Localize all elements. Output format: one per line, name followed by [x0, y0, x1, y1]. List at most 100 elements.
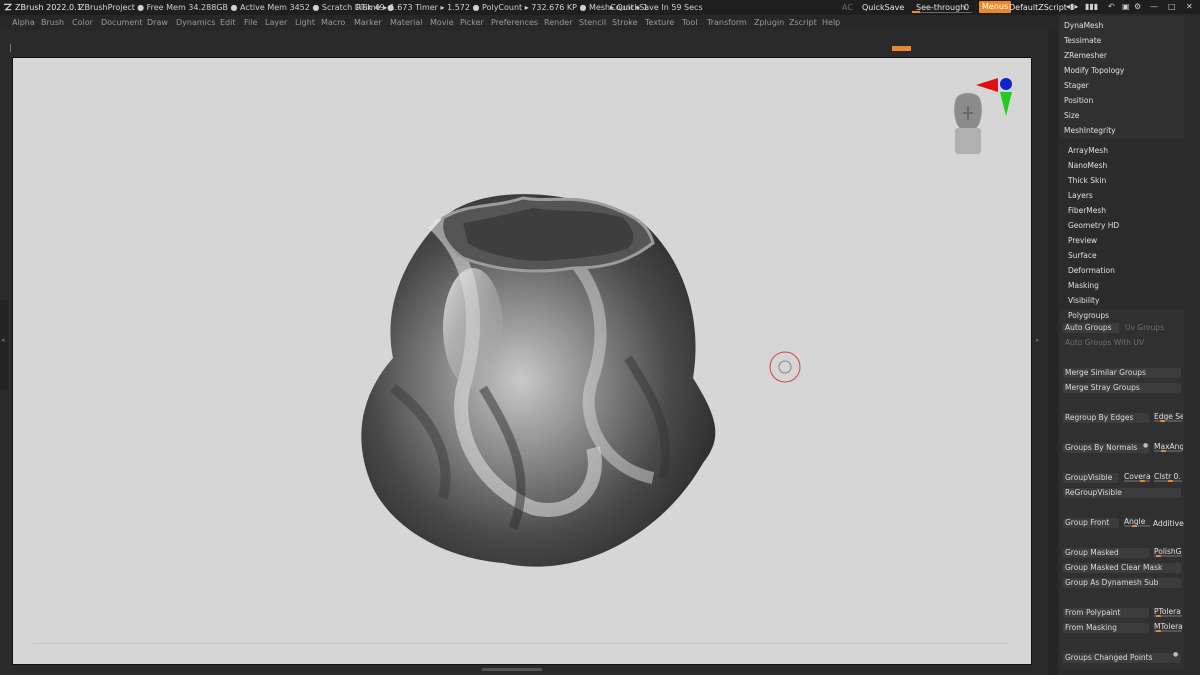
- dynamesh-item[interactable]: DynaMesh: [1064, 21, 1103, 30]
- angle-slider[interactable]: Angle: [1123, 517, 1151, 527]
- slider-knob[interactable]: [1156, 615, 1161, 617]
- ptolerance-slider[interactable]: PTolera: [1153, 607, 1183, 617]
- menu-help[interactable]: Help: [822, 15, 840, 30]
- close-icon[interactable]: ✕: [1186, 2, 1193, 12]
- polish-groups-slider[interactable]: PolishG: [1153, 547, 1183, 557]
- layout-arrows-icon[interactable]: ◂▮▸: [1066, 2, 1078, 12]
- group-as-dynamesh-sub-button[interactable]: Group As Dynamesh Sub: [1063, 578, 1181, 588]
- group-masked-button[interactable]: Group Masked: [1063, 548, 1149, 558]
- canvas-viewport[interactable]: [12, 57, 1032, 665]
- slider-knob[interactable]: [1156, 630, 1161, 632]
- menu-brush[interactable]: Brush: [41, 15, 64, 30]
- nanomesh-item[interactable]: NanoMesh: [1068, 161, 1107, 170]
- minimize-icon[interactable]: —: [1150, 2, 1158, 12]
- navigation-gizmo[interactable]: [954, 78, 1012, 154]
- menu-marker[interactable]: Marker: [354, 15, 382, 30]
- slider-knob[interactable]: [1161, 450, 1166, 452]
- menu-tool[interactable]: Tool: [682, 15, 698, 30]
- cluster-slider[interactable]: Clstr 0.: [1153, 472, 1183, 482]
- menu-light[interactable]: Light: [295, 15, 315, 30]
- menu-draw[interactable]: Draw: [147, 15, 168, 30]
- groups-changed-points-button[interactable]: Groups Changed Points: [1063, 653, 1181, 663]
- bottom-tray-handle[interactable]: [482, 668, 542, 671]
- shelf-marker[interactable]: [892, 46, 911, 51]
- menu-alpha[interactable]: Alpha: [12, 15, 35, 30]
- default-zscript-button[interactable]: DefaultZScript: [1009, 0, 1067, 15]
- auto-groups-uv-button[interactable]: Auto Groups With UV: [1063, 338, 1181, 348]
- size-item[interactable]: Size: [1064, 111, 1079, 120]
- edge-sensitivity-slider[interactable]: Edge Se: [1153, 412, 1183, 422]
- bars-icon[interactable]: ▮▮▮: [1085, 2, 1098, 12]
- left-tray-handle[interactable]: [0, 300, 8, 390]
- coverage-slider[interactable]: Coverag: [1123, 472, 1151, 482]
- geometry-hd-item[interactable]: Geometry HD: [1068, 221, 1119, 230]
- slider-knob[interactable]: [1132, 525, 1137, 527]
- menu-preferences[interactable]: Preferences: [491, 15, 538, 30]
- menu-layer[interactable]: Layer: [265, 15, 287, 30]
- additive-toggle[interactable]: Additive: [1153, 519, 1184, 528]
- deformation-item[interactable]: Deformation: [1068, 266, 1115, 275]
- slider-knob[interactable]: [1168, 480, 1173, 482]
- polygroups-title[interactable]: Polygroups: [1068, 311, 1109, 320]
- menus-button[interactable]: Menus: [979, 1, 1012, 13]
- stager-item[interactable]: Stager: [1064, 81, 1089, 90]
- menu-transform[interactable]: Transform: [707, 15, 747, 30]
- from-masking-button[interactable]: From Masking: [1063, 623, 1149, 633]
- settings-icon[interactable]: ⚙: [1134, 2, 1141, 12]
- menu-zplugin[interactable]: Zplugin: [754, 15, 784, 30]
- menu-stencil[interactable]: Stencil: [579, 15, 606, 30]
- left-tray-arrow-icon[interactable]: ◂: [1, 336, 5, 344]
- slider-knob[interactable]: [1160, 420, 1165, 422]
- menu-picker[interactable]: Picker: [460, 15, 484, 30]
- window-icon[interactable]: ▣: [1122, 2, 1130, 12]
- menu-material[interactable]: Material: [390, 15, 423, 30]
- regroup-visible-button[interactable]: ReGroupVisible: [1063, 488, 1181, 498]
- layers-item[interactable]: Layers: [1068, 191, 1093, 200]
- menu-movie[interactable]: Movie: [430, 15, 454, 30]
- fibermesh-item[interactable]: FiberMesh: [1068, 206, 1106, 215]
- vase-sculpt-model[interactable]: [361, 194, 716, 567]
- menu-render[interactable]: Render: [544, 15, 572, 30]
- ac-label[interactable]: AC: [842, 0, 853, 15]
- slider-knob[interactable]: [1156, 555, 1161, 557]
- right-tray-arrow-icon[interactable]: ▸: [1036, 336, 1040, 344]
- thick-skin-item[interactable]: Thick Skin: [1068, 176, 1106, 185]
- menu-stroke[interactable]: Stroke: [612, 15, 638, 30]
- slider-knob[interactable]: [1140, 480, 1145, 482]
- modify-topology-item[interactable]: Modify Topology: [1064, 66, 1124, 75]
- uv-groups-button[interactable]: Uv Groups: [1123, 323, 1181, 333]
- menu-edit[interactable]: Edit: [220, 15, 236, 30]
- from-polypaint-button[interactable]: From Polypaint: [1063, 608, 1149, 618]
- preview-item[interactable]: Preview: [1068, 236, 1097, 245]
- maximize-icon[interactable]: □: [1168, 2, 1176, 12]
- menu-document[interactable]: Document: [101, 15, 142, 30]
- menu-dynamics[interactable]: Dynamics: [176, 15, 215, 30]
- arraymesh-item[interactable]: ArrayMesh: [1068, 146, 1108, 155]
- menu-zscript[interactable]: Zscript: [789, 15, 817, 30]
- mtolerance-slider[interactable]: MTolera: [1153, 622, 1183, 632]
- menu-macro[interactable]: Macro: [321, 15, 345, 30]
- undo-icon[interactable]: ↶: [1108, 2, 1115, 12]
- merge-similar-groups-button[interactable]: Merge Similar Groups: [1063, 368, 1181, 378]
- menu-file[interactable]: File: [244, 15, 257, 30]
- group-visible-button[interactable]: GroupVisible: [1063, 473, 1119, 483]
- tessimate-item[interactable]: Tessimate: [1064, 36, 1101, 45]
- see-through-knob[interactable]: [912, 11, 920, 13]
- menu-color[interactable]: Color: [72, 15, 93, 30]
- position-item[interactable]: Position: [1064, 96, 1093, 105]
- max-angle-slider[interactable]: MaxAng: [1153, 442, 1183, 452]
- menu-texture[interactable]: Texture: [645, 15, 674, 30]
- regroup-by-edges-button[interactable]: Regroup By Edges: [1063, 413, 1149, 423]
- group-front-button[interactable]: Group Front: [1063, 518, 1119, 528]
- visibility-item[interactable]: Visibility: [1068, 296, 1099, 305]
- group-masked-clear-mask-button[interactable]: Group Masked Clear Mask: [1063, 563, 1181, 573]
- auto-groups-button[interactable]: Auto Groups: [1063, 323, 1119, 333]
- zremesher-item[interactable]: ZRemesher: [1064, 51, 1107, 60]
- surface-item[interactable]: Surface: [1068, 251, 1097, 260]
- mesh-integrity-item[interactable]: MeshIntegrity: [1064, 126, 1116, 135]
- merge-stray-groups-button[interactable]: Merge Stray Groups: [1063, 383, 1181, 393]
- toggle-dot-icon[interactable]: ●: [1173, 651, 1178, 658]
- masking-item[interactable]: Masking: [1068, 281, 1099, 290]
- quicksave-button[interactable]: QuickSave: [862, 0, 904, 15]
- right-tray-handle[interactable]: [1048, 30, 1058, 675]
